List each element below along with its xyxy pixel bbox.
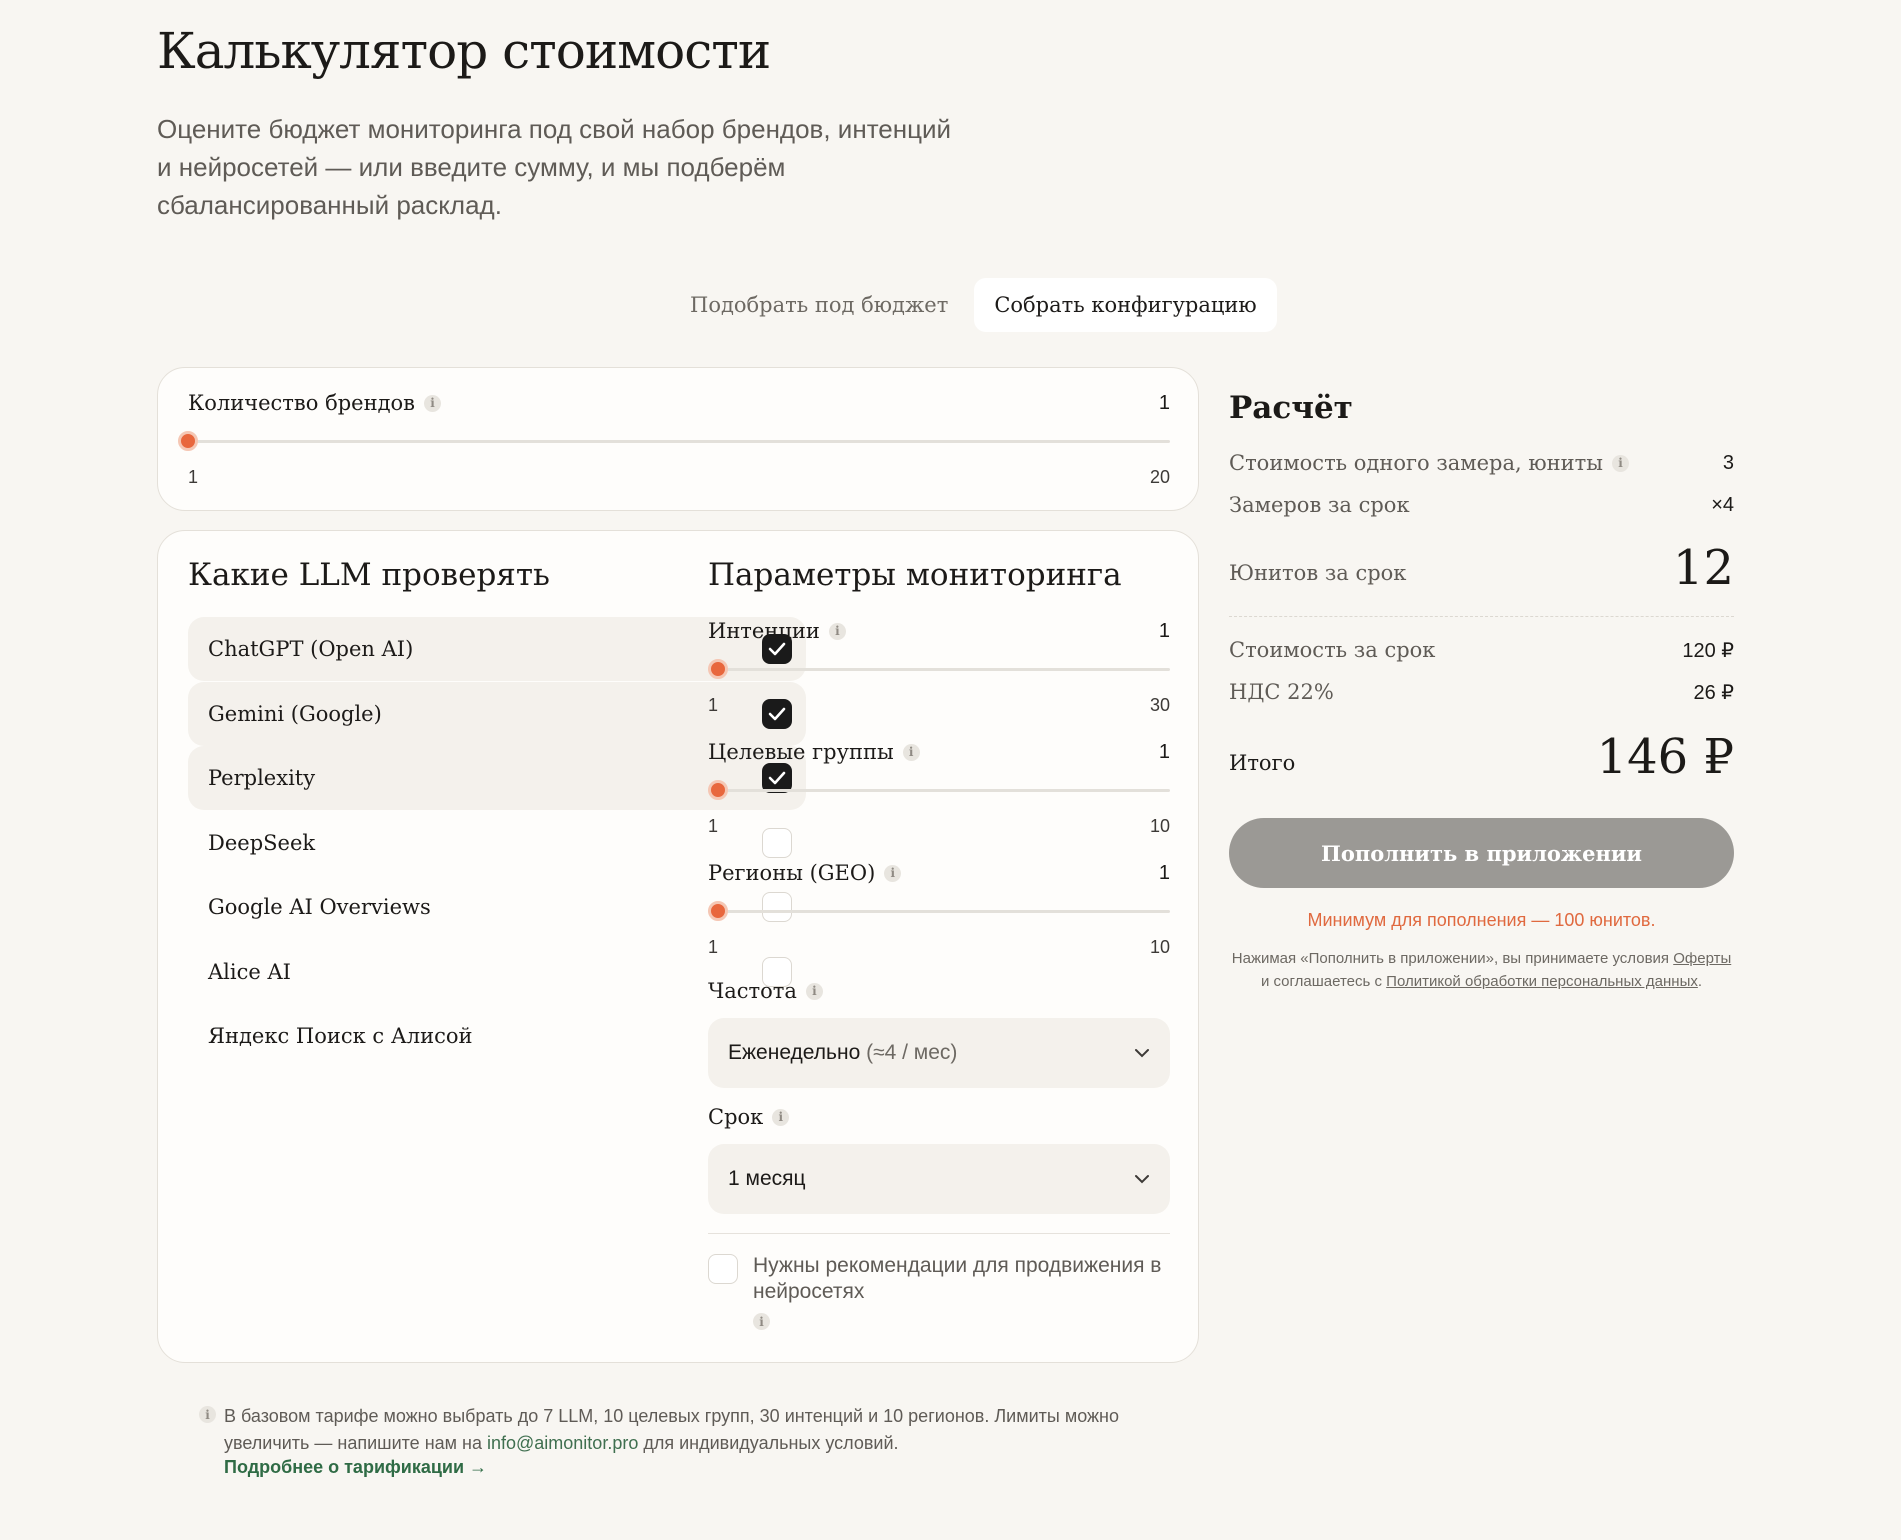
llm-item-name: DeepSeek [208,830,316,855]
calc-measures-row: Замеров за срок ×4 [1229,490,1734,520]
groups-min: 1 [708,816,719,836]
divider [708,1233,1170,1234]
groups-slider: Целевые группы i 1 1 10 [708,737,1170,837]
calc-cost-row: Стоимость за срок 120 ₽ [1229,635,1734,665]
calc-vat-row: НДС 22% 26 ₽ [1229,677,1734,707]
term-selected: 1 месяц [728,1167,806,1190]
brands-label: Количество брендов i [188,391,441,415]
llm-item-name: Gemini (Google) [208,701,382,726]
frequency-selected: Еженедельно [728,1041,861,1064]
groups-thumb[interactable] [708,780,728,800]
term-label: Срок i [708,1105,790,1129]
tab-configuration[interactable]: Собрать конфигурацию [974,278,1277,332]
info-icon[interactable]: i [1611,454,1629,472]
page-title: Калькулятор стоимости [157,22,771,80]
brands-slider: Количество брендов i 1 1 20 [178,388,1170,488]
intents-label: Интенции [708,619,820,643]
mode-switch: Подобрать под бюджет Собрать конфигураци… [670,278,1277,332]
regions-label: Регионы (GEO) [708,861,876,885]
info-icon[interactable]: i [828,622,846,640]
offer-link[interactable]: Оферты [1673,950,1731,967]
groups-max: 10 [1149,816,1170,836]
brands-card: Количество брендов i 1 1 20 [157,367,1199,511]
frequency-note: (≈4 / мес) [866,1041,958,1064]
total-label: Итого [1229,751,1296,775]
units-value: 12 [1672,540,1734,596]
intents-value: 1 [1158,619,1170,642]
regions-track[interactable] [708,901,1170,921]
total-value: 146 ₽ [1596,729,1734,785]
tab-budget[interactable]: Подобрать под бюджет [670,278,968,332]
intents-track[interactable] [708,659,1170,679]
info-icon: i [199,1406,216,1423]
units-label: Юнитов за срок [1229,561,1407,585]
calc-separator [1229,616,1734,617]
term-select[interactable]: 1 месяц [708,1144,1170,1214]
email-link[interactable]: info@aimonitor.pro [487,1433,638,1453]
chevron-down-icon [1135,1049,1149,1058]
info-icon[interactable]: i [902,743,920,761]
vat-label: НДС 22% [1229,680,1334,704]
privacy-policy-link[interactable]: Политикой обработки персональных данных [1386,973,1698,990]
groups-track[interactable] [708,780,1170,800]
tariff-footnote: В базовом тарифе можно выбрать до 7 LLM,… [224,1406,1119,1453]
llm-item-name: Alice AI [208,959,291,984]
unit-cost-label: Стоимость одного замера, юниты [1229,451,1603,475]
llm-item-name: ChatGPT (Open AI) [208,637,414,661]
info-icon[interactable]: i [772,1108,790,1126]
regions-min: 1 [708,937,719,957]
chevron-down-icon [1135,1175,1149,1184]
calc-unit-cost-row: Стоимость одного замера, юниты i 3 [1229,448,1734,478]
intents-slider: Интенции i 1 1 30 [708,616,1170,716]
calc-units-row: Юнитов за срок 12 [1229,538,1734,598]
brands-max: 20 [1149,467,1170,487]
frequency-select[interactable]: Еженедельно (≈4 / мес) [708,1018,1170,1088]
info-icon[interactable]: i [805,982,823,1000]
cost-value: 120 ₽ [1682,639,1734,662]
frequency-label: Частота i [708,979,823,1003]
regions-max: 10 [1149,937,1170,957]
measures-label: Замеров за срок [1229,493,1410,517]
recommendations-checkbox[interactable] [708,1254,738,1284]
intents-max: 30 [1149,695,1170,715]
calc-title: Расчёт [1229,390,1353,426]
config-card: Какие LLM проверять ChatGPT (Open AI) Gem… [157,530,1199,1363]
info-icon[interactable]: i [423,394,441,412]
brands-min: 1 [188,467,199,487]
brands-thumb[interactable] [178,431,198,451]
measures-value: ×4 [1711,493,1734,516]
brands-value: 1 [1158,391,1170,414]
legal-note: Нажимая «Пополнить в приложении», вы при… [1231,950,1732,990]
cost-label: Стоимость за срок [1229,638,1436,662]
info-icon[interactable]: i [753,1313,770,1330]
llm-item-name: Google AI Overviews [208,895,431,919]
intents-min: 1 [708,695,719,715]
llm-item-name: Perplexity [208,766,316,790]
unit-cost-value: 3 [1722,451,1734,474]
params-section-title: Параметры мониторинга [708,557,1122,593]
recommendations-label[interactable]: Нужны рекомендации для продвижения в ней… [753,1253,1173,1305]
intents-thumb[interactable] [708,659,728,679]
regions-thumb[interactable] [708,901,728,921]
info-icon[interactable]: i [884,864,902,882]
calc-total-row: Итого 146 ₽ [1229,725,1734,789]
regions-value: 1 [1158,861,1170,884]
llm-section-title: Какие LLM проверять [188,557,550,593]
llm-item-name: Яндекс Поиск с Алисой [208,1024,473,1048]
top-up-button[interactable]: Пополнить в приложении [1229,818,1734,888]
regions-slider: Регионы (GEO) i 1 1 10 [708,858,1170,958]
brands-track[interactable] [178,431,1170,451]
page-subtitle: Оцените бюджет мониторинга под свой набо… [157,114,952,220]
minimum-note: Минимум для пополнения — 100 юнитов. [1307,910,1656,930]
pricing-details-link[interactable]: Подробнее о тарификации → [224,1457,487,1478]
groups-value: 1 [1158,740,1170,763]
groups-label: Целевые группы [708,740,894,764]
vat-value: 26 ₽ [1693,681,1734,704]
